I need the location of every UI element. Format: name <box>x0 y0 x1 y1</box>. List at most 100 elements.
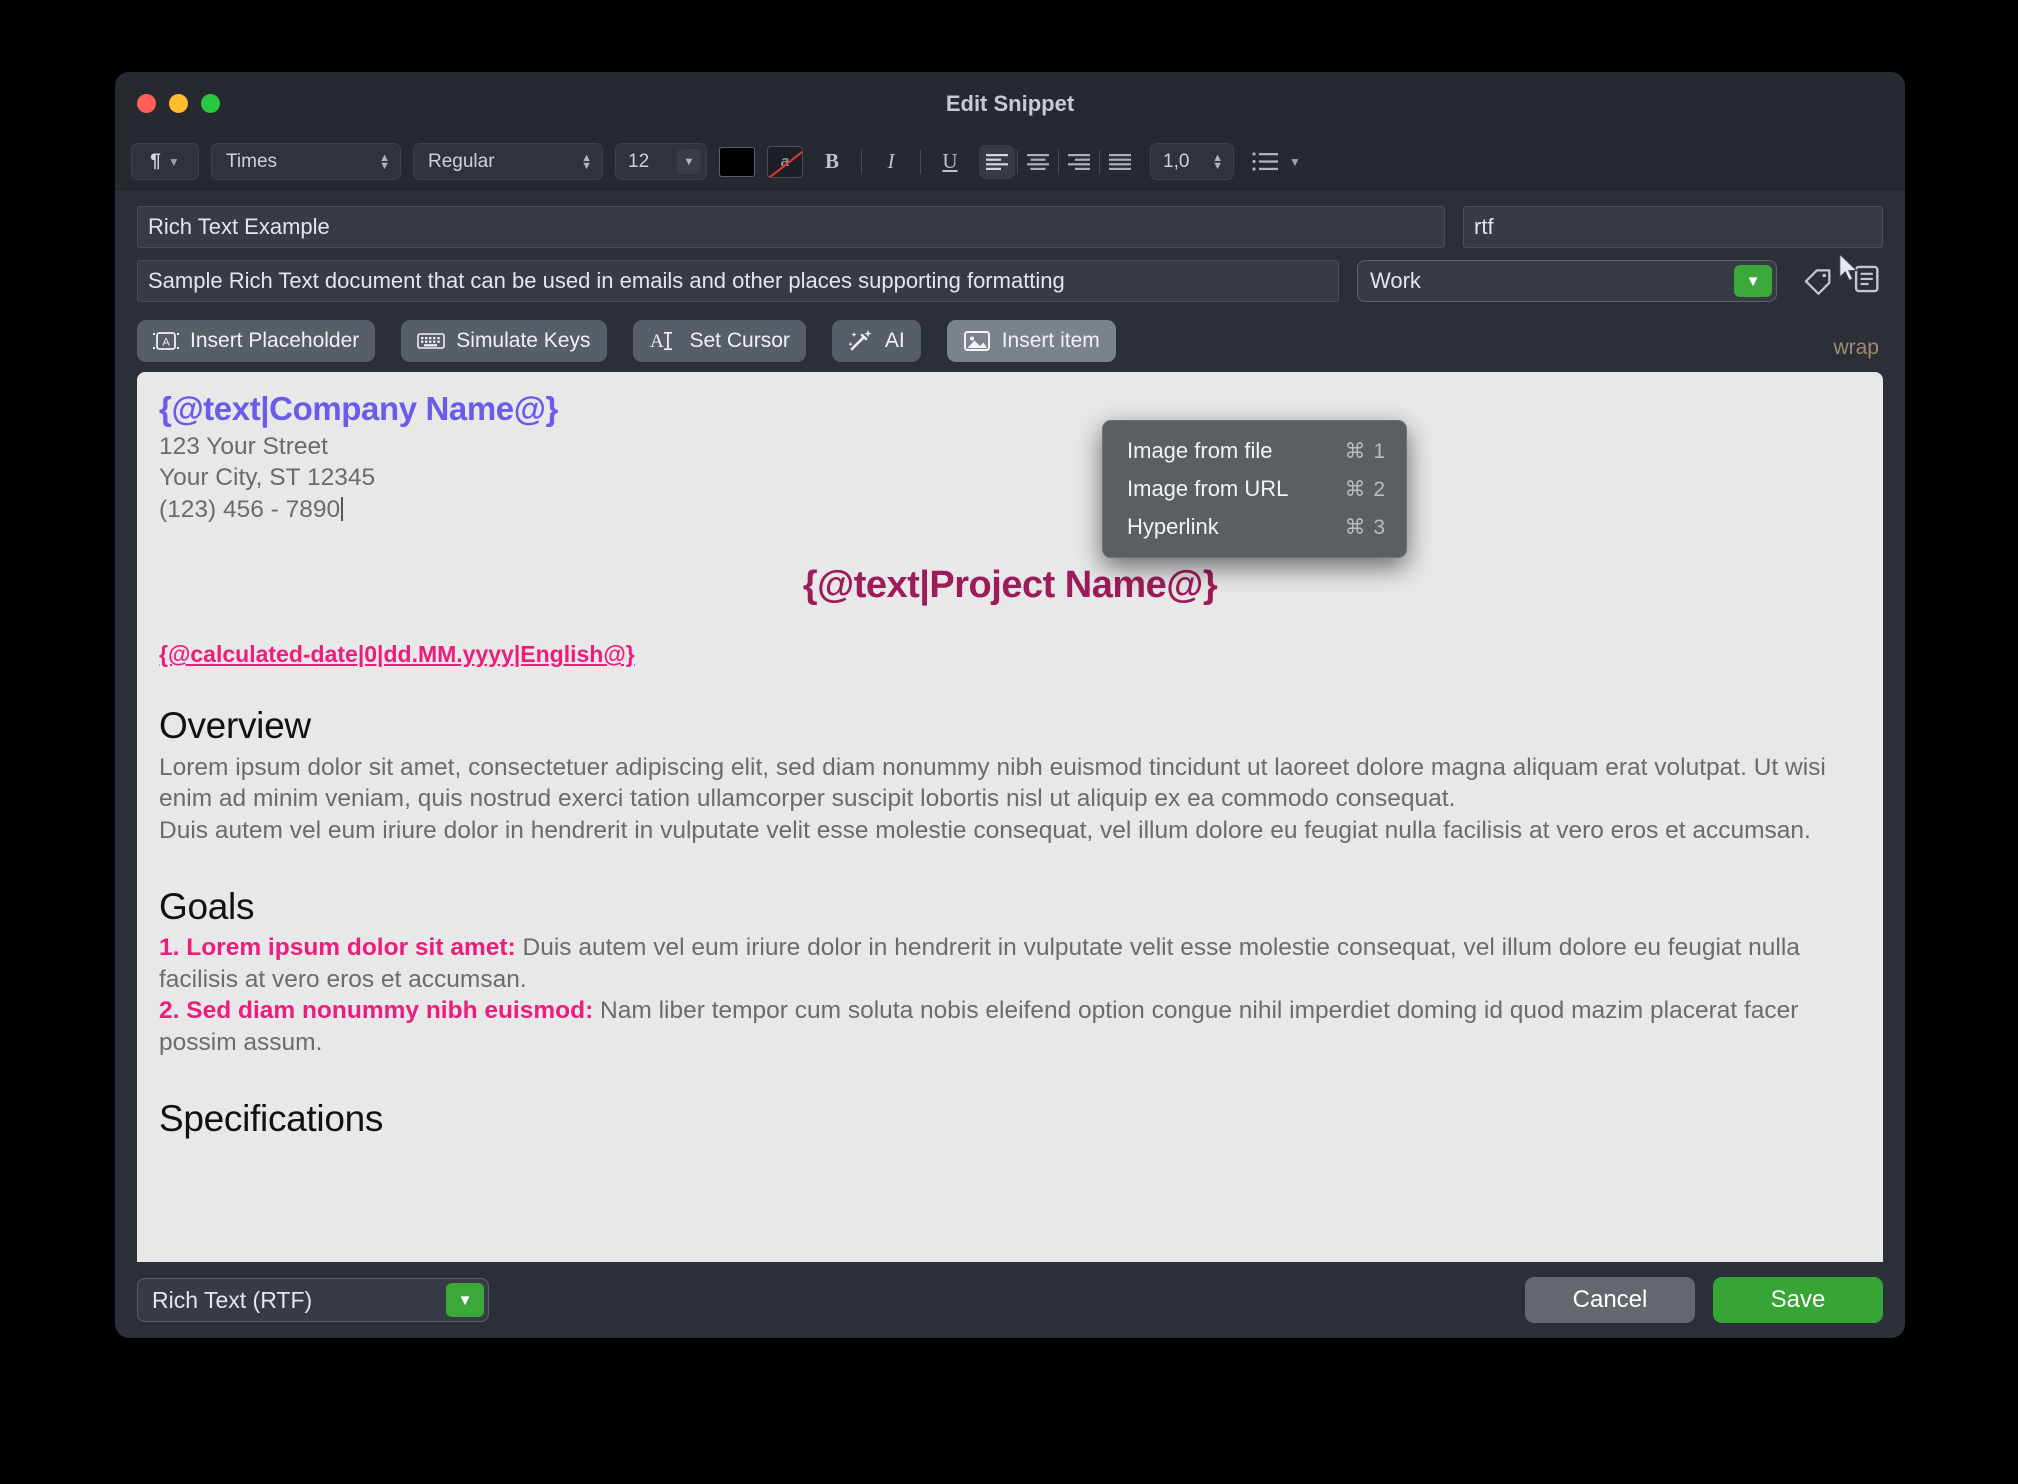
align-right-button[interactable] <box>1061 145 1097 179</box>
address-line-3: (123) 456 - 7890 <box>159 494 1861 526</box>
description-row: Sample Rich Text document that can be us… <box>137 253 1883 302</box>
snippet-name-input[interactable]: Rich Text Example <box>137 206 1445 248</box>
window-title: Edit Snippet <box>945 91 1075 116</box>
mouse-cursor-icon <box>1839 253 1859 281</box>
set-cursor-label: Set Cursor <box>689 329 790 352</box>
svg-text:A: A <box>650 331 664 352</box>
text-cursor-icon: A <box>649 329 679 353</box>
keyboard-icon <box>417 331 446 351</box>
menu-item-shortcut: ⌘ 1 <box>1344 439 1386 463</box>
specifications-heading: Specifications <box>159 1097 384 1139</box>
goal-item-1: 1. Lorem ipsum dolor sit amet: Duis aute… <box>159 932 1861 995</box>
stepper-icon: ▲ ▼ <box>1212 151 1223 172</box>
highlight-color-button[interactable]: a <box>767 145 803 178</box>
menu-item-label: Image from file <box>1127 438 1273 463</box>
ai-button[interactable]: AI <box>831 320 921 362</box>
insert-item-button[interactable]: Insert item <box>946 320 1116 362</box>
font-style-select[interactable]: Regular ▲ ▼ <box>413 143 603 180</box>
svg-text:A: A <box>162 337 170 349</box>
window-titlebar: Edit Snippet <box>115 72 1905 134</box>
name-row: Rich Text Example rtf <box>137 206 1883 248</box>
bold-button[interactable]: B <box>815 145 849 179</box>
align-left-icon <box>986 153 1008 170</box>
group-select[interactable]: Work ▼ <box>1357 260 1777 302</box>
simulate-keys-button[interactable]: Simulate Keys <box>401 320 607 362</box>
snippet-description-input[interactable]: Sample Rich Text document that can be us… <box>137 260 1339 302</box>
address-line-2: Your City, ST 12345 <box>159 464 376 492</box>
divider <box>1058 149 1059 174</box>
document-content[interactable]: {@text|Company Name@} 123 Your Street Yo… <box>137 372 1883 1142</box>
goal-1-label: 1. Lorem ipsum dolor sit amet: <box>159 934 516 962</box>
menu-item-image-from-file[interactable]: Image from file ⌘ 1 <box>1103 432 1406 470</box>
font-style-value: Regular <box>428 150 495 172</box>
line-spacing-value: 1,0 <box>1163 150 1190 172</box>
format-select[interactable]: Rich Text (RTF) ▼ <box>137 1278 489 1322</box>
placeholder-icon: A <box>153 330 179 352</box>
image-icon <box>963 329 991 353</box>
stepper-icon: ▲ ▼ <box>379 151 390 172</box>
chevron-down-icon[interactable]: ▼ <box>1734 265 1772 297</box>
chevron-down-icon <box>168 155 180 169</box>
wrap-label: wrap <box>1833 336 1879 359</box>
menu-item-label: Image from URL <box>1127 476 1289 501</box>
italic-button[interactable]: I <box>874 145 908 179</box>
menu-item-image-from-url[interactable]: Image from URL ⌘ 2 <box>1103 470 1406 508</box>
insert-item-label: Insert item <box>1001 329 1100 352</box>
field-icons <box>1795 253 1883 301</box>
divider <box>861 149 862 174</box>
save-button[interactable]: Save <box>1713 1277 1883 1323</box>
line-spacing-stepper[interactable]: 1,0 ▲ ▼ <box>1150 143 1234 180</box>
divider <box>1017 149 1018 174</box>
list-style-button[interactable] <box>1252 152 1301 171</box>
edit-snippet-window: Edit Snippet ¶ Times ▲▼ Regular ▲▼ 12 ▼ … <box>115 72 1905 1338</box>
menu-item-label: Hyperlink <box>1127 514 1219 539</box>
font-family-value: Times <box>226 150 278 172</box>
date-placeholder: {@calculated-date|0|dd.MM.yyyy|English@} <box>159 641 635 668</box>
formatting-toolbar: ¶ Times ▲▼ Regular ▲▼ 12 ▼ a B I U <box>115 134 1905 190</box>
insert-actions-bar: A Insert Placeholder Simulate Keys A Set… <box>115 314 1905 372</box>
format-value: Rich Text (RTF) <box>152 1286 313 1313</box>
simulate-keys-label: Simulate Keys <box>456 329 591 352</box>
divider <box>1099 149 1100 174</box>
insert-placeholder-button[interactable]: A Insert Placeholder <box>137 320 376 362</box>
chevron-down-icon <box>1289 155 1301 169</box>
rich-text-editor[interactable]: {@text|Company Name@} 123 Your Street Yo… <box>137 372 1883 1262</box>
project-placeholder: {@text|Project Name@} <box>802 564 1218 607</box>
align-center-icon <box>1027 153 1049 170</box>
ai-label: AI <box>884 329 905 352</box>
goal-item-2: 2. Sed diam nonummy nibh euismod: Nam li… <box>159 995 1861 1058</box>
align-justify-icon <box>1109 153 1131 170</box>
overview-paragraph-2: Duis autem vel eum iriure dolor in hendr… <box>159 816 1811 844</box>
text-color-swatch[interactable] <box>719 146 755 177</box>
font-size-select[interactable]: 12 ▼ <box>615 143 707 180</box>
bullet-list-icon <box>1252 152 1278 171</box>
divider <box>920 149 921 174</box>
align-left-button[interactable] <box>979 144 1015 179</box>
chevron-down-icon[interactable]: ▼ <box>677 149 701 174</box>
tag-icon[interactable] <box>1801 264 1835 298</box>
set-cursor-button[interactable]: A Set Cursor <box>632 320 806 362</box>
menu-item-shortcut: ⌘ 3 <box>1344 515 1386 539</box>
paragraph-style-button[interactable]: ¶ <box>131 143 199 180</box>
snippet-abbreviation-input[interactable]: rtf <box>1463 206 1883 248</box>
align-justify-button[interactable] <box>1102 145 1138 179</box>
cancel-button[interactable]: Cancel <box>1525 1277 1695 1323</box>
dialog-footer: Rich Text (RTF) ▼ Cancel Save <box>115 1262 1905 1338</box>
align-right-icon <box>1068 153 1090 170</box>
group-value: Work <box>1370 268 1421 293</box>
insert-item-menu: Image from file ⌘ 1 Image from URL ⌘ 2 H… <box>1102 420 1407 558</box>
pilcrow-icon: ¶ <box>150 150 161 172</box>
overview-paragraph-1: Lorem ipsum dolor sit amet, consectetuer… <box>159 753 1826 813</box>
insert-placeholder-label: Insert Placeholder <box>190 329 360 352</box>
overview-heading: Overview <box>159 705 311 747</box>
menu-item-hyperlink[interactable]: Hyperlink ⌘ 3 <box>1103 508 1406 546</box>
font-size-value: 12 <box>628 150 650 172</box>
goals-heading: Goals <box>159 885 255 927</box>
font-family-select[interactable]: Times ▲ ▼ <box>211 143 401 180</box>
text-caret <box>341 496 344 521</box>
align-center-button[interactable] <box>1020 145 1056 179</box>
chevron-down-icon[interactable]: ▼ <box>446 1283 484 1317</box>
underline-button[interactable]: U <box>933 145 967 179</box>
